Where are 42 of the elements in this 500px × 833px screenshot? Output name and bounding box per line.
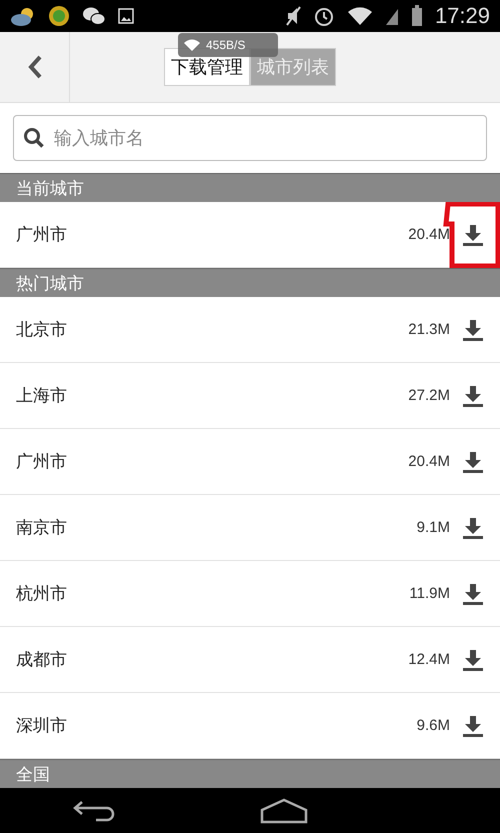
weather-icon [10, 6, 36, 26]
download-icon [462, 318, 484, 342]
download-icon [462, 222, 484, 246]
city-name[interactable]: 北京市 [16, 318, 408, 341]
home-button[interactable] [260, 798, 308, 824]
clock-time: 17:29 [434, 3, 490, 29]
city-name[interactable]: 成都市 [16, 648, 408, 671]
file-size: 27.2M [408, 387, 450, 404]
mute-icon [284, 5, 301, 27]
download-icon [462, 450, 484, 474]
city-name[interactable]: 南京市 [16, 516, 417, 539]
battery-icon [410, 5, 423, 27]
city-name[interactable]: 杭州市 [16, 582, 410, 605]
download-icon [462, 582, 484, 606]
file-size: 9.1M [416, 519, 450, 536]
download-icon [462, 648, 484, 672]
home-icon [260, 798, 308, 824]
city-name[interactable]: 深圳市 [16, 714, 417, 737]
search-field[interactable]: 输入城市名 [13, 115, 487, 161]
wifi-icon [184, 39, 200, 51]
file-size: 21.3M [408, 321, 450, 338]
file-size: 12.4M [408, 651, 450, 668]
wifi-icon [346, 6, 373, 26]
city-name[interactable]: 广州市 [16, 223, 408, 246]
file-size: 9.6M [416, 717, 450, 734]
back-icon [26, 54, 42, 80]
download-icon [462, 516, 484, 540]
download-icon [462, 384, 484, 408]
alarm-icon [312, 5, 335, 27]
app-icon [48, 5, 70, 27]
file-size: 20.4M [408, 453, 450, 470]
chat-icon [82, 6, 106, 26]
city-name[interactable]: 上海市 [16, 384, 408, 407]
section-title: 当前城市 [16, 178, 84, 200]
file-size: 20.4M [408, 226, 450, 243]
image-icon [118, 8, 134, 24]
section-title: 全国 [16, 764, 50, 786]
city-name[interactable]: 广州市 [16, 450, 408, 473]
download-icon [462, 714, 484, 738]
section-title: 热门城市 [16, 272, 84, 294]
file-size: 11.9M [409, 585, 450, 602]
search-icon [23, 127, 45, 149]
